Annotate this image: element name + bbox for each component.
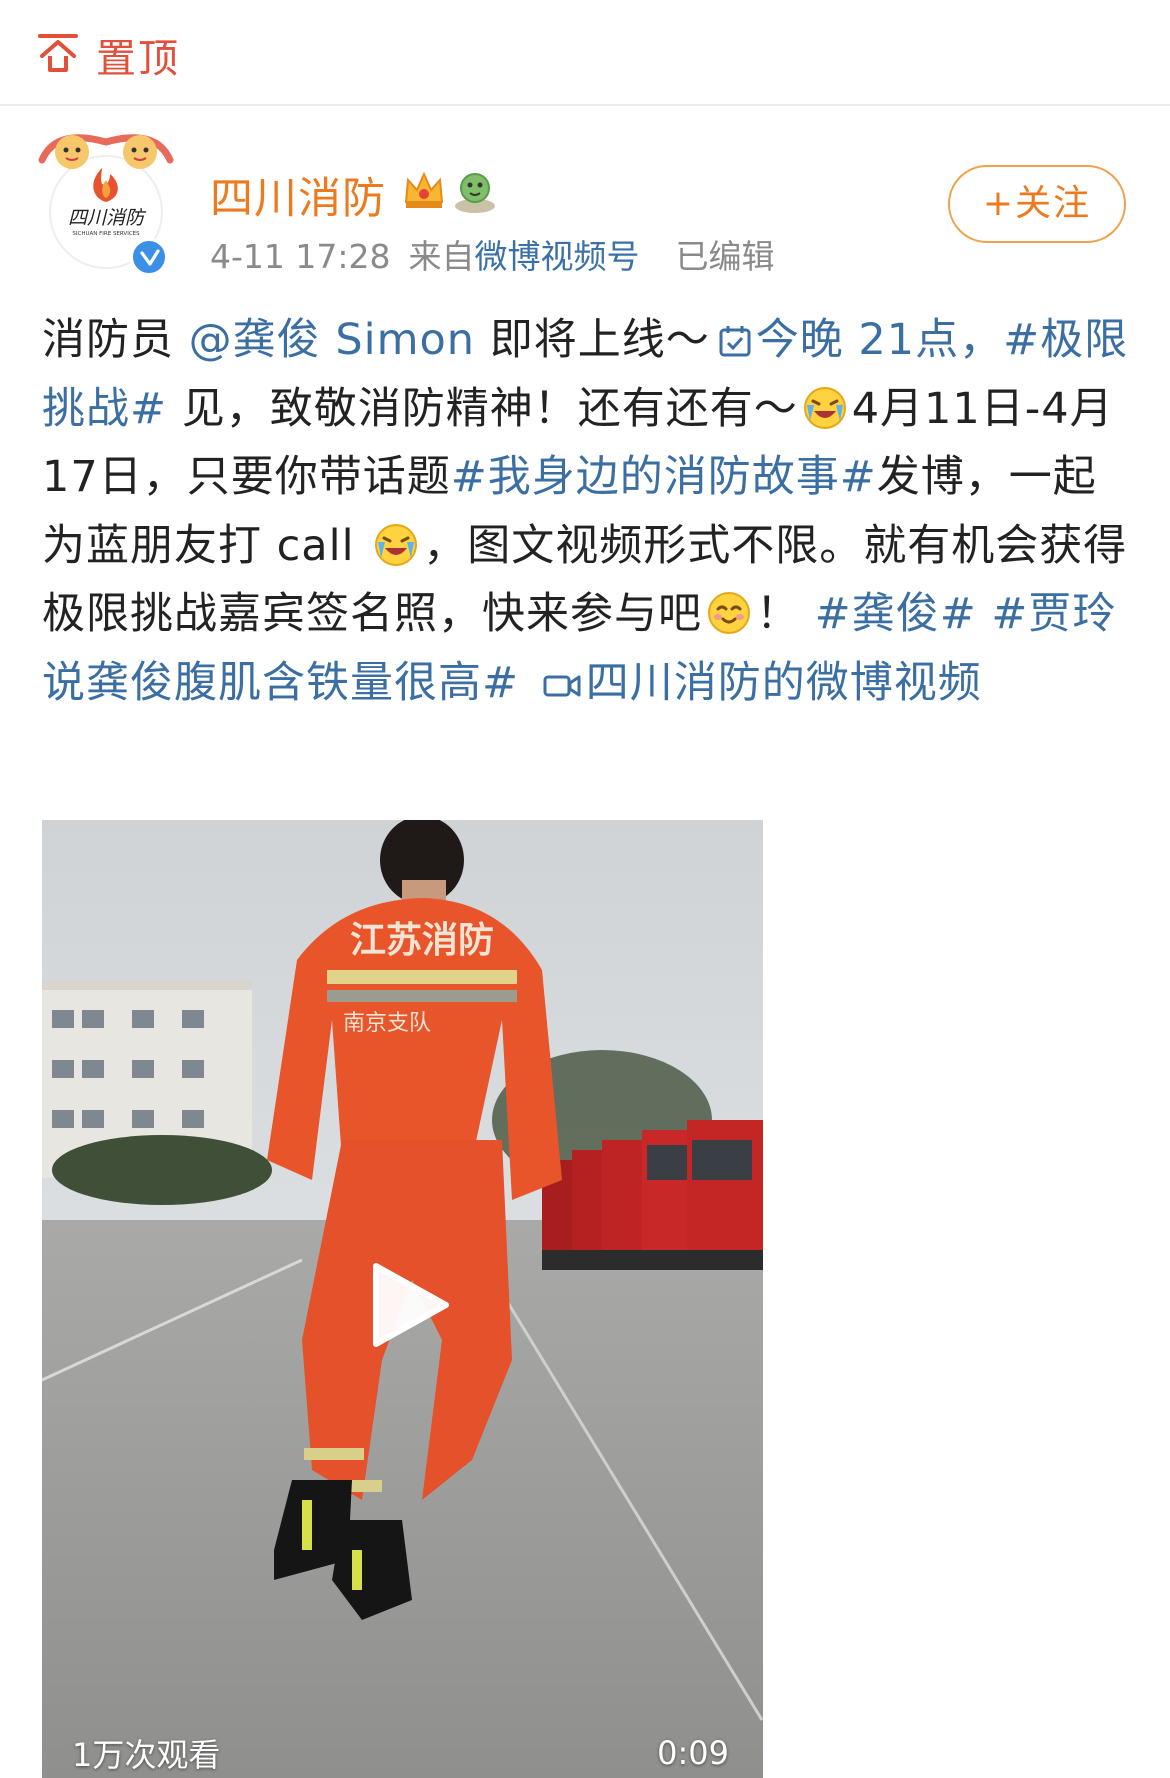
topic-link[interactable]: #我身边的消防故事#: [451, 452, 877, 502]
laugh-cry-emoji-icon: [803, 386, 846, 429]
laugh-cry-emoji-icon: [375, 523, 418, 566]
checkin-link[interactable]: 今晚 21点，: [710, 315, 1003, 365]
view-count: 1万次观看: [72, 1736, 221, 1774]
post-text-segment: ！: [756, 589, 815, 639]
plus-icon: +: [982, 183, 1016, 224]
svg-text:四川消防: 四川消防: [68, 207, 147, 229]
svg-text:南京支队: 南京支队: [343, 1011, 431, 1036]
blush-emoji-icon: [708, 592, 750, 634]
pin-top-icon: [38, 34, 78, 72]
pinned-bar: 置顶: [0, 0, 1170, 106]
author-name[interactable]: 四川消防: [210, 164, 386, 226]
post-meta: 4-11 17:28 来自微博视频号 已编辑: [210, 230, 793, 278]
post-body: 消防员 @龚俊 Simon 即将上线～ 今晚 21点，#极限挑战# 见，致敬消防精…: [42, 306, 1132, 717]
checkin-text: 今晚 21点，: [755, 315, 1004, 365]
post-text-segment: 即将上线～: [475, 315, 710, 365]
follow-button[interactable]: +关注: [948, 165, 1126, 243]
calendar-check-icon: [719, 326, 751, 357]
video-player[interactable]: 江苏消防 南京支队 1万次观看 0:09: [42, 820, 763, 1778]
svg-text:江苏消防: 江苏消防: [350, 920, 494, 961]
video-link[interactable]: 四川消防的微博视频: [586, 658, 982, 708]
pinned-label: 置顶: [96, 36, 180, 82]
post-time: 4-11 17:28: [210, 237, 391, 276]
video-camera-icon: [543, 675, 581, 696]
topic-link[interactable]: #龚俊#: [815, 589, 977, 639]
post-via: 来自: [408, 237, 475, 276]
follow-label: 关注: [1015, 183, 1092, 224]
crown-badge-icon: [404, 171, 444, 208]
mention-link[interactable]: @龚俊 Simon: [189, 315, 475, 365]
post-source-link[interactable]: 微博视频号: [475, 237, 640, 276]
svg-text:SICHUAN FIRE SERVICES: SICHUAN FIRE SERVICES: [72, 231, 140, 237]
edited-label: 已编辑: [675, 237, 775, 276]
video-duration: 0:09: [657, 1734, 729, 1772]
post-text-segment: 消防员: [42, 315, 189, 365]
medal-badge-icon: [455, 173, 495, 213]
play-icon[interactable]: [362, 1260, 452, 1350]
post-text-segment: 见，致敬消防精神！还有还有～: [167, 383, 798, 434]
verified-badge-icon: [130, 238, 168, 276]
